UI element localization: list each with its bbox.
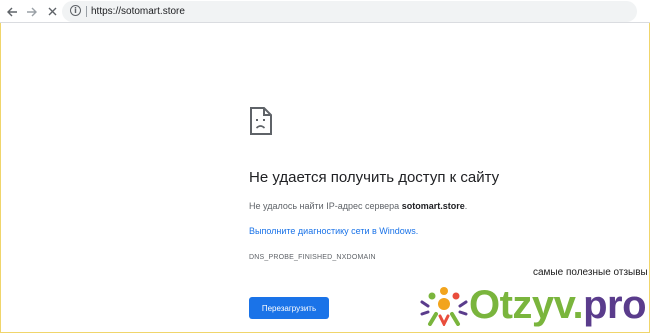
- detail-host: sotomart.store: [401, 201, 465, 211]
- diagnostics-link[interactable]: Выполните диагностику сети в Windows.: [249, 225, 418, 237]
- address-bar[interactable]: i https://sotomart.store: [62, 1, 637, 22]
- sad-page-icon: [250, 107, 272, 135]
- browser-toolbar: i https://sotomart.store: [0, 0, 650, 23]
- forward-arrow-icon[interactable]: [23, 3, 40, 20]
- error-code: DNS_PROBE_FINISHED_NXDOMAIN: [249, 254, 376, 261]
- info-icon[interactable]: i: [70, 5, 81, 16]
- back-arrow-icon[interactable]: [3, 3, 20, 20]
- watermark-brand-tld: pro: [583, 283, 647, 327]
- error-title: Не удается получить доступ к сайту: [249, 169, 500, 186]
- detail-middle: -адрес сервера: [334, 201, 400, 211]
- address-divider: [86, 6, 87, 17]
- stop-icon[interactable]: [44, 3, 61, 20]
- url-text[interactable]: https://sotomart.store: [91, 4, 185, 19]
- watermark-brand-dot: .: [572, 283, 584, 327]
- watermark-brand: Otzyv.pro: [469, 283, 647, 327]
- detail-prefix: Не удалось найти: [249, 201, 324, 211]
- watermark-logo-icon: [420, 287, 468, 326]
- watermark-brand-main: Otzyv: [469, 283, 573, 327]
- error-detail: Не удалось найти IP-адрес сервера sotoma…: [249, 200, 467, 212]
- reload-button[interactable]: Перезагрузить: [249, 297, 329, 319]
- watermark-tagline: самые полезные отзывы: [533, 267, 648, 278]
- detail-suffix: .: [464, 201, 468, 211]
- detail-ip: IP: [326, 201, 335, 211]
